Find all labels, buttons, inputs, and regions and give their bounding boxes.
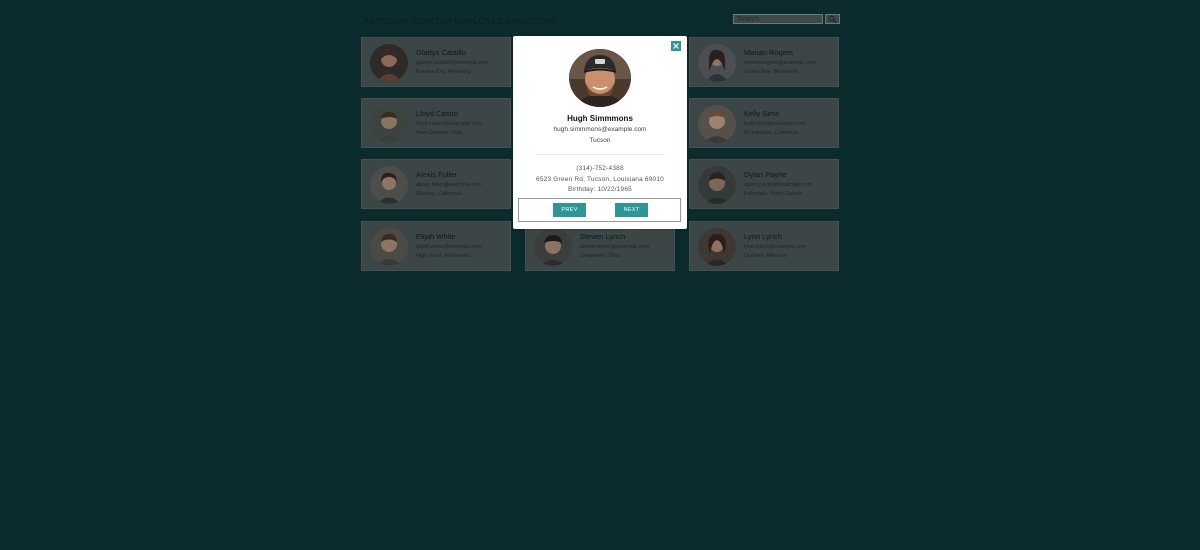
employee-location: Greeley, California [416, 191, 462, 197]
employee-name: Alexis Fuller [416, 170, 457, 179]
modal-address: 6523 Green Rd, Tucson, Louisiana 69010 [536, 176, 664, 183]
avatar [698, 166, 736, 204]
employee-card[interactable]: Alexis Fuller alexis.fuller@example.com … [361, 159, 511, 209]
modal-divider [535, 154, 665, 155]
modal-birthday: Birthday: 10/22/1965 [568, 186, 632, 193]
employee-modal: Hugh Simmmons hugh.simmmons@example.com … [513, 36, 687, 229]
employee-location: Seagoville, Ohio [580, 253, 621, 259]
modal-avatar [569, 49, 631, 107]
employee-name: Lloyd Castro [416, 109, 459, 118]
employee-email: gladys.castillo@example.com [416, 60, 489, 66]
avatar [370, 166, 408, 204]
employee-name: Kelly Sims [744, 109, 780, 118]
avatar [698, 44, 736, 82]
modal-email: hugh.simmmons@example.com [553, 126, 647, 133]
employee-name: Steven Lynch [580, 232, 626, 241]
employee-email: kelly.sims@example.com [744, 121, 806, 127]
modal-phone: (314)-752-4388 [576, 165, 624, 172]
close-icon [673, 43, 679, 49]
page-title: AWESOME STARTUP EMPLOYEE DIRECTORY [364, 16, 558, 26]
employee-email: marian.rogers@example.com [744, 60, 817, 66]
modal-navigation: PREV NEXT [518, 198, 681, 222]
employee-email: steven.lynch@example.com [580, 244, 649, 250]
employee-location: Durham, Missouri [744, 253, 788, 259]
avatar [370, 228, 408, 266]
employee-card[interactable]: Marian Rogers marian.rogers@example.com … [689, 37, 839, 87]
search-input[interactable] [733, 14, 823, 24]
search-form [733, 14, 840, 24]
avatar [698, 105, 736, 143]
search-button[interactable] [825, 14, 840, 24]
avatar [534, 228, 572, 266]
employee-name: Elijah White [416, 232, 456, 241]
employee-location: Richardson, California [744, 130, 799, 136]
modal-name: Hugh Simmmons [567, 114, 633, 123]
employee-location: Kansas City, Wyoming [416, 69, 471, 75]
employee-name: Gladys Castillo [416, 48, 467, 57]
close-button[interactable] [671, 41, 681, 51]
employee-card[interactable]: Kelly Sims kelly.sims@example.com Richar… [689, 98, 839, 148]
employee-email: lynn.lynch@example.com [744, 244, 807, 250]
prev-button[interactable]: PREV [553, 203, 586, 217]
employee-location: New Orleans, Utah [416, 130, 463, 136]
employee-email: dylan.payne@example.com [744, 182, 812, 188]
employee-email: lloyd.castro@example.com [416, 121, 483, 127]
employee-name: Lynn Lynch [744, 232, 782, 241]
avatar [698, 228, 736, 266]
employee-card[interactable]: Elijah White elijah.white@example.com Hi… [361, 221, 511, 271]
avatar [370, 44, 408, 82]
next-button[interactable]: NEXT [615, 203, 648, 217]
avatar [370, 105, 408, 143]
employee-card[interactable]: Gladys Castillo gladys.castillo@example.… [361, 37, 511, 87]
employee-location: Palmdale, North Dakota [744, 191, 803, 197]
employee-location: Green Bay, Wisconsin [744, 69, 799, 75]
employee-card[interactable]: Lloyd Castro lloyd.castro@example.com Ne… [361, 98, 511, 148]
employee-email: elijah.white@example.com [416, 244, 482, 250]
employee-name: Dylan Payne [744, 170, 787, 179]
employee-card[interactable]: Lynn Lynch lynn.lynch@example.com Durham… [689, 221, 839, 271]
employee-card[interactable]: Dylan Payne dylan.payne@example.com Palm… [689, 159, 839, 209]
employee-location: High Point, Minnesota [416, 253, 470, 259]
modal-city: Tucson [589, 137, 611, 144]
employee-name: Marian Rogers [744, 48, 794, 57]
search-icon [828, 15, 837, 23]
employee-email: alexis.fuller@example.com [416, 182, 482, 188]
